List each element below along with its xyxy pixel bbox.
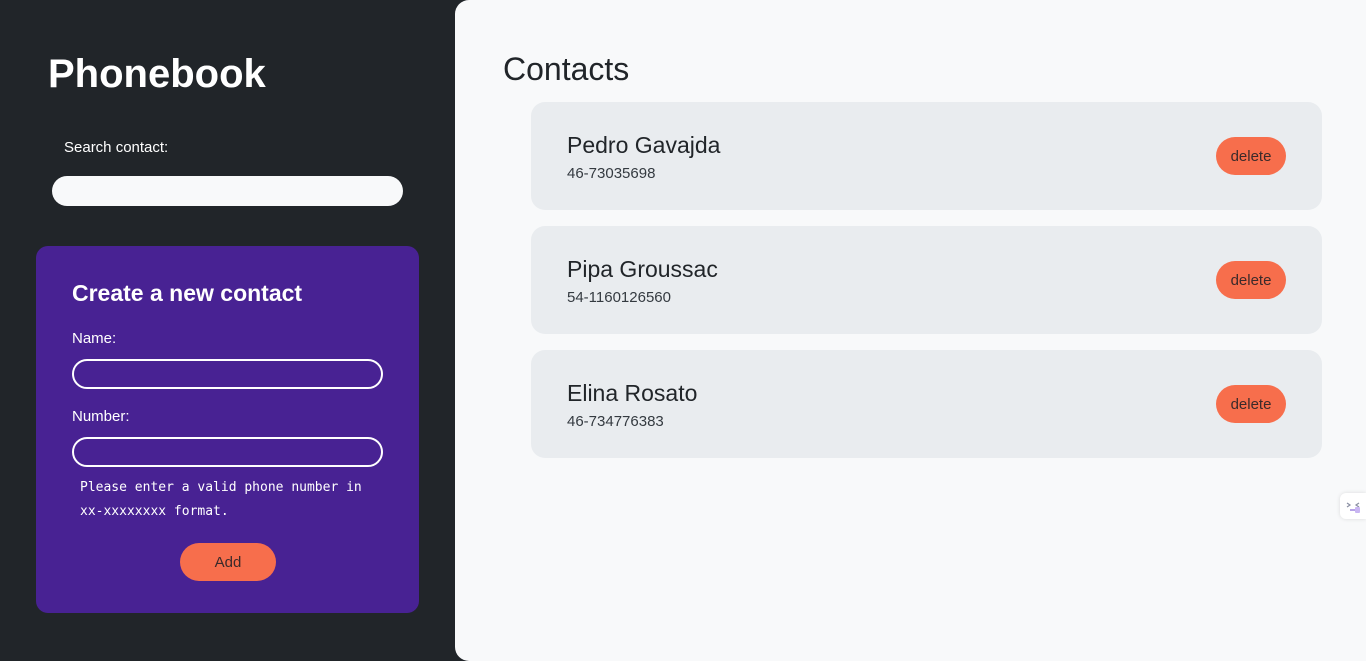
contact-name: Pipa Groussac bbox=[567, 256, 718, 282]
search-input[interactable] bbox=[52, 176, 403, 206]
extension-widget[interactable] bbox=[1340, 493, 1366, 519]
name-label: Name: bbox=[72, 330, 117, 347]
extension-icon bbox=[1340, 498, 1366, 514]
number-format-hint: Please enter a valid phone number in xx-… bbox=[80, 480, 362, 519]
add-button[interactable]: Add bbox=[180, 543, 276, 581]
number-label: Number: bbox=[72, 408, 130, 425]
contacts-panel: Contacts Pedro Gavajda 46-73035698 delet… bbox=[455, 0, 1366, 661]
contact-card: Elina Rosato 46-734776383 delete bbox=[531, 350, 1322, 458]
name-field[interactable] bbox=[72, 359, 383, 389]
delete-button[interactable]: delete bbox=[1216, 385, 1286, 423]
contact-card: Pipa Groussac 54-1160126560 delete bbox=[531, 226, 1322, 334]
number-field[interactable] bbox=[72, 437, 383, 467]
delete-button[interactable]: delete bbox=[1216, 261, 1286, 299]
contact-name: Pedro Gavajda bbox=[567, 132, 721, 158]
sidebar: Phonebook Search contact: Create a new c… bbox=[0, 0, 455, 661]
contact-number: 46-734776383 bbox=[567, 413, 664, 430]
create-contact-form: Create a new contact Name: Number: Pleas… bbox=[36, 246, 419, 613]
contact-number: 54-1160126560 bbox=[567, 289, 671, 306]
delete-button[interactable]: delete bbox=[1216, 137, 1286, 175]
contact-name: Elina Rosato bbox=[567, 380, 698, 406]
search-label: Search contact: bbox=[64, 139, 169, 156]
app-title: Phonebook bbox=[48, 52, 266, 96]
contact-number: 46-73035698 bbox=[567, 165, 656, 182]
contact-card: Pedro Gavajda 46-73035698 delete bbox=[531, 102, 1322, 210]
contacts-title: Contacts bbox=[503, 51, 630, 87]
form-title: Create a new contact bbox=[72, 280, 303, 306]
